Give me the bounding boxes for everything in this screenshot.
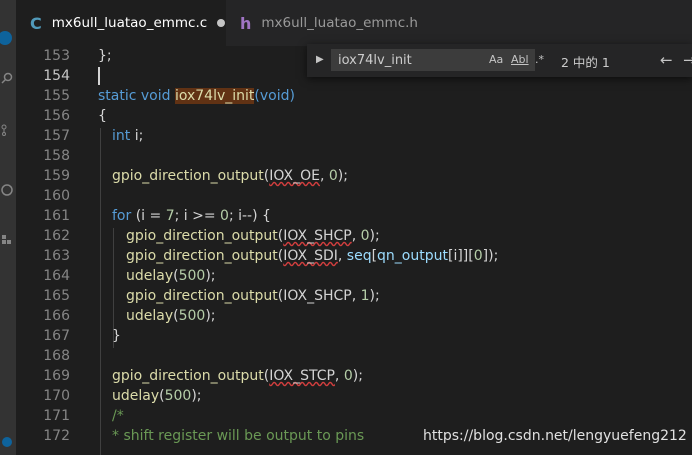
- code-line-166: udelay(500);: [126, 308, 216, 324]
- code-line-155: static void iox74lv_init(void): [98, 88, 295, 104]
- activity-bar: [0, 0, 16, 455]
- editor-tab-bar: C mx6ull_luatao_emmc.c h mx6ull_luatao_e…: [16, 0, 692, 46]
- toggle-replace-icon[interactable]: ▶: [316, 54, 324, 65]
- h-file-icon: h: [240, 13, 252, 33]
- line-number: 154: [43, 68, 70, 84]
- tab-label: mx6ull_luatao_emmc.c: [51, 15, 208, 31]
- code-line-169: gpio_direction_output(IOX_STCP, 0);: [112, 368, 363, 384]
- whole-word-button[interactable]: Abl: [511, 53, 529, 66]
- code-line-164: udelay(500);: [126, 268, 216, 284]
- line-number: 158: [43, 148, 70, 164]
- line-number-gutter: 153 154 155 156 157 158 159 160 161 162 …: [16, 46, 78, 455]
- unsaved-dot-icon[interactable]: [217, 19, 226, 27]
- code-line-167: }: [112, 328, 121, 344]
- line-number: 169: [43, 368, 70, 384]
- line-number: 161: [43, 208, 70, 224]
- line-number: 171: [43, 408, 70, 424]
- code-line-156: {: [98, 108, 107, 124]
- line-number: 166: [43, 308, 70, 324]
- tab-label: mx6ull_luatao_emmc.h: [261, 15, 418, 31]
- find-match-highlight: iox74lv_init: [174, 88, 255, 104]
- extensions-icon[interactable]: [1, 234, 13, 246]
- code-line-157: int i;: [112, 128, 144, 144]
- previous-match-button[interactable]: ←: [660, 51, 673, 69]
- line-number: 156: [43, 108, 70, 124]
- search-icon[interactable]: [1, 72, 13, 84]
- line-number: 165: [43, 288, 70, 304]
- line-number: 162: [43, 228, 70, 244]
- next-match-button[interactable]: →: [683, 51, 692, 69]
- tab-mx6ull-luatao-emmc-h[interactable]: h mx6ull_luatao_emmc.h: [226, 0, 426, 46]
- find-widget: ▶ iox74lv_init Aa Abl .* 2 中的 1 ← →: [307, 44, 692, 77]
- accounts-icon[interactable]: [1, 436, 13, 448]
- line-number: 170: [43, 388, 70, 404]
- match-case-button[interactable]: Aa: [489, 53, 503, 66]
- code-line-159: gpio_direction_output(IOX_OE, 0);: [112, 168, 348, 184]
- line-number: 164: [43, 268, 70, 284]
- debug-icon[interactable]: [1, 184, 13, 196]
- regex-button[interactable]: .*: [535, 53, 544, 66]
- line-number: 153: [43, 48, 70, 64]
- code-editor[interactable]: }; static void iox74lv_init(void) { int …: [98, 46, 692, 455]
- code-line-161: for (i = 7; i >= 0; i--) {: [112, 208, 271, 224]
- line-number: 167: [43, 328, 70, 344]
- notification-badge: [0, 31, 12, 45]
- line-number: 157: [43, 128, 70, 144]
- line-number: 172: [43, 428, 70, 444]
- code-line-162: gpio_direction_output(IOX_SHCP, 0);: [126, 228, 380, 244]
- code-line-163: gpio_direction_output(IOX_SDI, seq[qn_ou…: [126, 248, 499, 264]
- code-line-153: };: [98, 48, 112, 64]
- find-result-count: 2 中的 1: [561, 55, 610, 70]
- c-file-icon: C: [30, 13, 42, 33]
- code-line-171: /*: [112, 408, 124, 424]
- find-input[interactable]: iox74lv_init: [331, 49, 535, 71]
- code-line-172: * shift register will be output to pins: [112, 428, 365, 444]
- line-number: 159: [43, 168, 70, 184]
- source-control-icon[interactable]: [1, 124, 13, 136]
- line-number: 168: [43, 348, 70, 364]
- code-line-165: gpio_direction_output(IOX_SHCP, 1);: [126, 288, 380, 304]
- code-line-170: udelay(500);: [112, 388, 202, 404]
- line-number: 163: [43, 248, 70, 264]
- indent-guide: [100, 128, 101, 455]
- tab-mx6ull-luatao-emmc-c[interactable]: C mx6ull_luatao_emmc.c: [16, 0, 226, 46]
- line-number: 160: [43, 188, 70, 204]
- watermark-text: https://blog.csdn.net/lengyuefeng212: [423, 428, 687, 444]
- line-number: 155: [43, 88, 70, 104]
